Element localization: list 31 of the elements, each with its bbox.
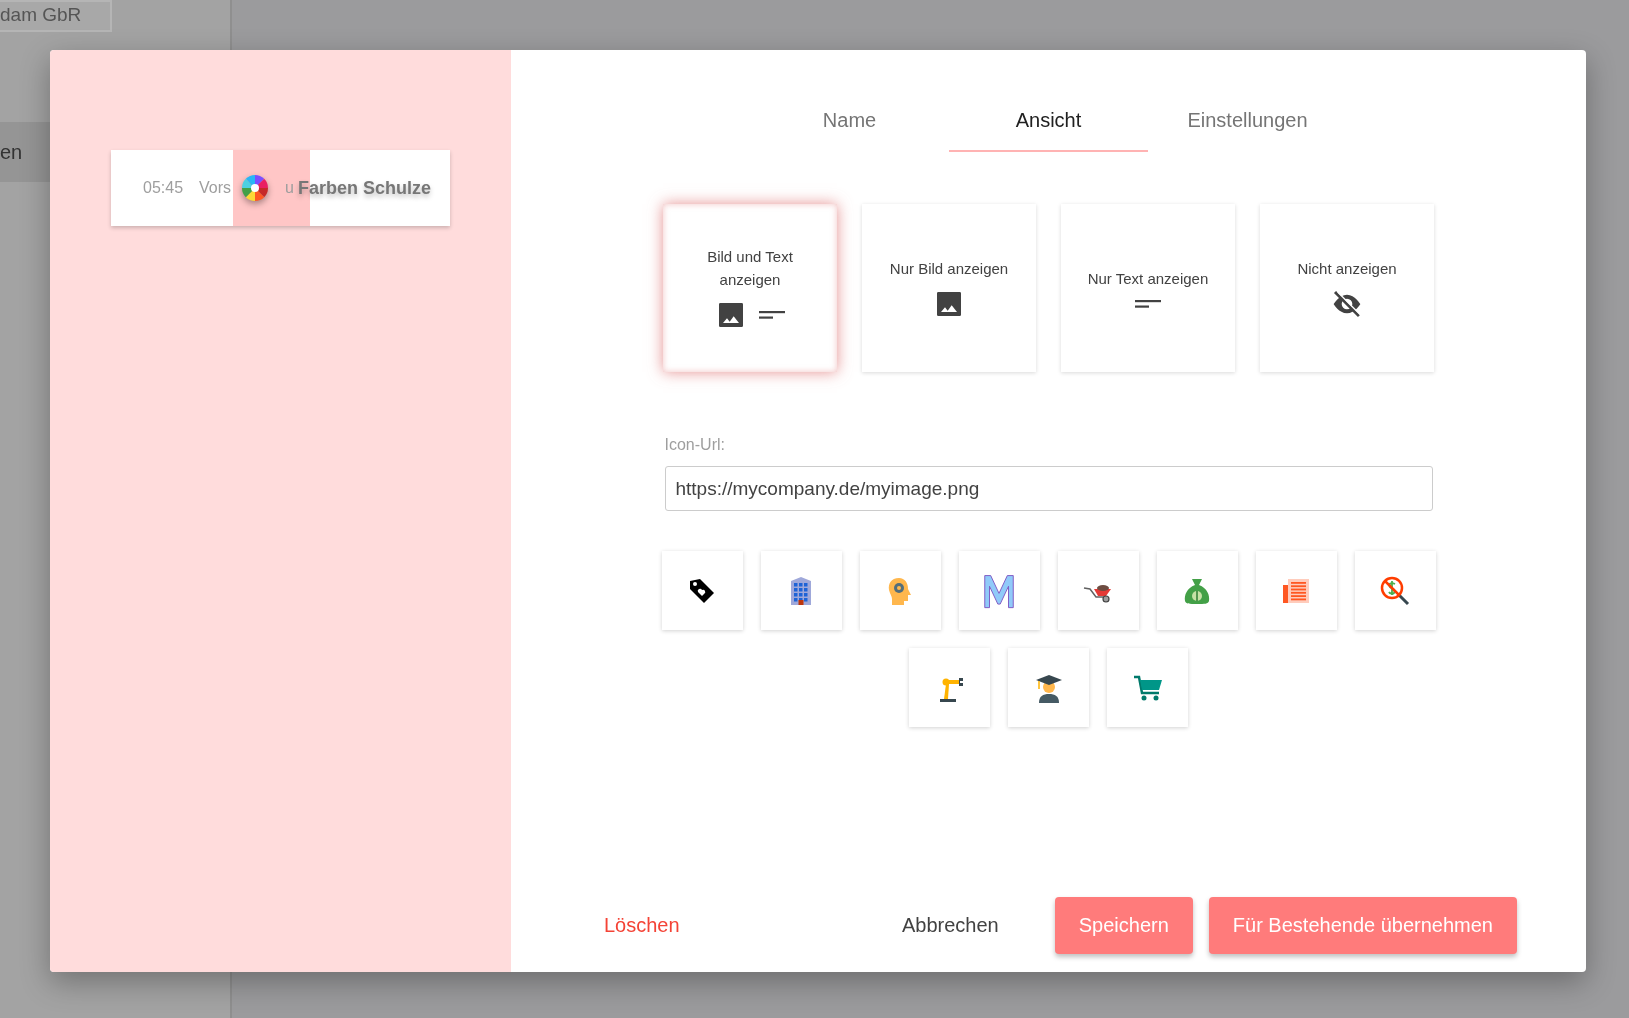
delete-button[interactable]: Löschen	[604, 904, 680, 947]
icon-tile[interactable]	[1008, 648, 1089, 727]
preview-label: u	[285, 179, 294, 197]
preview-title: Farben Schulze	[297, 177, 431, 199]
icon-tile[interactable]	[909, 648, 990, 727]
icon-tile[interactable]	[1255, 551, 1337, 630]
tab[interactable]: Ansicht	[949, 90, 1148, 152]
display-mode-card[interactable]: Nur Text anzeigen	[1061, 204, 1235, 372]
icon-tile[interactable]	[859, 551, 941, 630]
tab[interactable]: Einstellungen	[1148, 90, 1347, 152]
company-label: dam GbR	[0, 0, 112, 32]
color-wheel-icon	[241, 174, 270, 202]
icon-tile[interactable]	[760, 551, 842, 630]
icon-tile[interactable]	[1354, 551, 1436, 630]
tab[interactable]: Name	[750, 90, 949, 152]
preview-label: Vors	[199, 179, 232, 197]
icon-tile[interactable]	[1107, 648, 1188, 727]
display-mode-card[interactable]: Bild und Text anzeigen	[663, 204, 837, 372]
icon-tile[interactable]	[958, 551, 1040, 630]
display-mode-card[interactable]: Nicht anzeigen	[1260, 204, 1434, 372]
preview-time: 05:45	[143, 179, 184, 197]
icon-tile[interactable]	[1057, 551, 1139, 630]
text-lines-icon	[759, 309, 785, 321]
crossed-dollar-search-icon	[1379, 574, 1411, 607]
field-label: Icon-Url:	[664, 436, 726, 454]
input-field[interactable]: https://mycompany.de/myimage.png	[664, 466, 1433, 511]
display-mode-card[interactable]: Nur Bild anzeigen	[862, 204, 1036, 372]
cancel-button[interactable]: Abbrechen	[902, 904, 999, 947]
text-lines-icon	[1135, 297, 1161, 310]
icon-tile[interactable]	[661, 551, 743, 630]
icon-tile[interactable]	[1156, 551, 1238, 630]
